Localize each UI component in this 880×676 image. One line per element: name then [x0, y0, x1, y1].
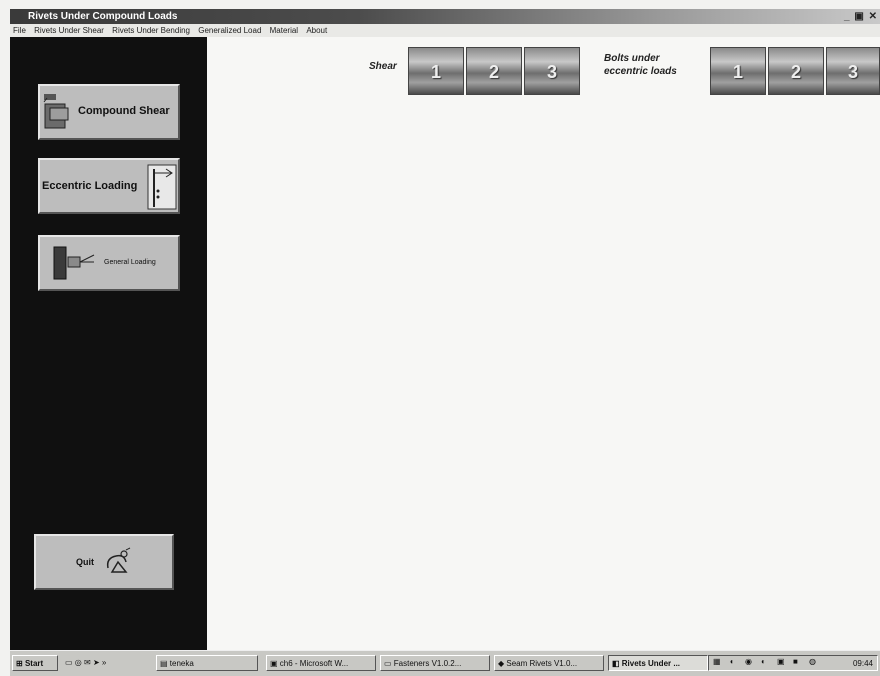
taskbar-item-label: ch6 - Microsoft W...: [279, 659, 349, 668]
shear-tab-label: Shear: [369, 61, 397, 72]
quick-launch-bar[interactable]: ▭ ◎ ✉ ➤ »: [62, 655, 152, 671]
quit-button[interactable]: Quit: [34, 534, 174, 590]
bolts-tab-label-line2: eccentric loads: [604, 66, 677, 77]
media-icon: ➤: [92, 658, 100, 667]
app-icon: ◧: [612, 659, 622, 668]
general-loading-icon: [53, 246, 95, 280]
sidebar: Compound Shear Eccentric Loading General…: [10, 37, 207, 650]
word-icon: ▣: [270, 659, 280, 668]
clock[interactable]: 09:44: [853, 656, 873, 672]
window-title: Rivets Under Compound Loads: [28, 11, 178, 22]
printer-icon[interactable]: ▣: [777, 657, 785, 666]
general-loading-button[interactable]: General Loading: [38, 235, 180, 291]
tab-bolts-1[interactable]: 1: [710, 47, 766, 95]
compound-shear-button[interactable]: Compound Shear: [38, 84, 180, 140]
menu-material[interactable]: Material: [267, 24, 301, 37]
quit-label: Quit: [76, 557, 94, 567]
menu-file[interactable]: File: [10, 24, 29, 37]
browser-icon: ◎: [74, 658, 82, 667]
tab-shear-3[interactable]: 3: [524, 47, 580, 95]
quit-icon: [106, 547, 131, 573]
power-icon[interactable]: ◐: [761, 657, 766, 666]
taskbar-item-word[interactable]: ▣ ch6 - Microsoft W...: [266, 655, 376, 671]
menu-rivets-under-shear[interactable]: Rivets Under Shear: [31, 24, 107, 37]
app-icon: ▭: [384, 659, 394, 668]
quick-launch-more: »: [101, 658, 107, 667]
taskbar: ⊞ Start ▭ ◎ ✉ ➤ » ▤ teneka ▣ ch6 - Micro…: [10, 650, 880, 676]
taskbar-item-teneka[interactable]: ▤ teneka: [156, 655, 258, 671]
network-icon[interactable]: ▦: [713, 657, 721, 666]
system-tray: ▦ ◖ ◉ ◐ ▣ ■ ◍ 09:44: [708, 655, 878, 671]
taskbar-item-label: Seam Rivets V1.0...: [506, 659, 578, 668]
start-button[interactable]: ⊞ Start: [12, 655, 58, 671]
taskbar-item-label: Rivets Under ...: [621, 659, 681, 668]
outlook-icon: ✉: [84, 658, 91, 667]
monitor-icon[interactable]: ■: [793, 657, 798, 666]
tab-strip: Shear 1 2 3 Bolts under eccentric loads …: [207, 47, 880, 101]
taskbar-item-rivets-under[interactable]: ◧ Rivets Under ...: [608, 655, 708, 671]
tab-bolts-3[interactable]: 3: [826, 47, 880, 95]
tab-bolts-2[interactable]: 2: [768, 47, 824, 95]
folder-icon: ▤: [160, 659, 170, 668]
taskbar-item-fasteners[interactable]: ▭ Fasteners V1.0.2...: [380, 655, 490, 671]
taskbar-item-seam-rivets[interactable]: ◆ Seam Rivets V1.0...: [494, 655, 604, 671]
general-loading-label: General Loading: [104, 259, 156, 266]
antivirus-icon[interactable]: ◉: [745, 657, 752, 666]
eccentric-loading-icon: [147, 164, 177, 210]
speaker-icon[interactable]: ◖: [729, 657, 734, 666]
menu-rivets-under-bending[interactable]: Rivets Under Bending: [109, 24, 193, 37]
bolts-tab-label-line1: Bolts under: [604, 53, 660, 64]
windows-logo-icon: ⊞: [16, 659, 23, 668]
show-desktop-icon: ▭: [65, 658, 73, 667]
window-titlebar[interactable]: Rivets Under Compound Loads _ ▣ ✕: [10, 9, 880, 24]
start-label: Start: [24, 659, 44, 668]
window-controls[interactable]: _ ▣ ✕: [844, 9, 878, 24]
main-content-area: Shear 1 2 3 Bolts under eccentric loads …: [207, 37, 880, 650]
eccentric-loading-button[interactable]: Eccentric Loading: [38, 158, 180, 214]
menu-about[interactable]: About: [303, 24, 330, 37]
menu-generalized-load[interactable]: Generalized Load: [195, 24, 264, 37]
taskbar-item-label: teneka: [169, 659, 194, 668]
tab-shear-2[interactable]: 2: [466, 47, 522, 95]
messenger-icon[interactable]: ◍: [809, 657, 816, 666]
menu-bar: File Rivets Under Shear Rivets Under Ben…: [10, 24, 880, 37]
compound-shear-icon: [43, 94, 69, 129]
tab-shear-1[interactable]: 1: [408, 47, 464, 95]
compound-shear-label: Compound Shear: [78, 105, 170, 117]
eccentric-loading-label: Eccentric Loading: [42, 180, 138, 192]
taskbar-item-label: Fasteners V1.0.2...: [393, 659, 462, 668]
